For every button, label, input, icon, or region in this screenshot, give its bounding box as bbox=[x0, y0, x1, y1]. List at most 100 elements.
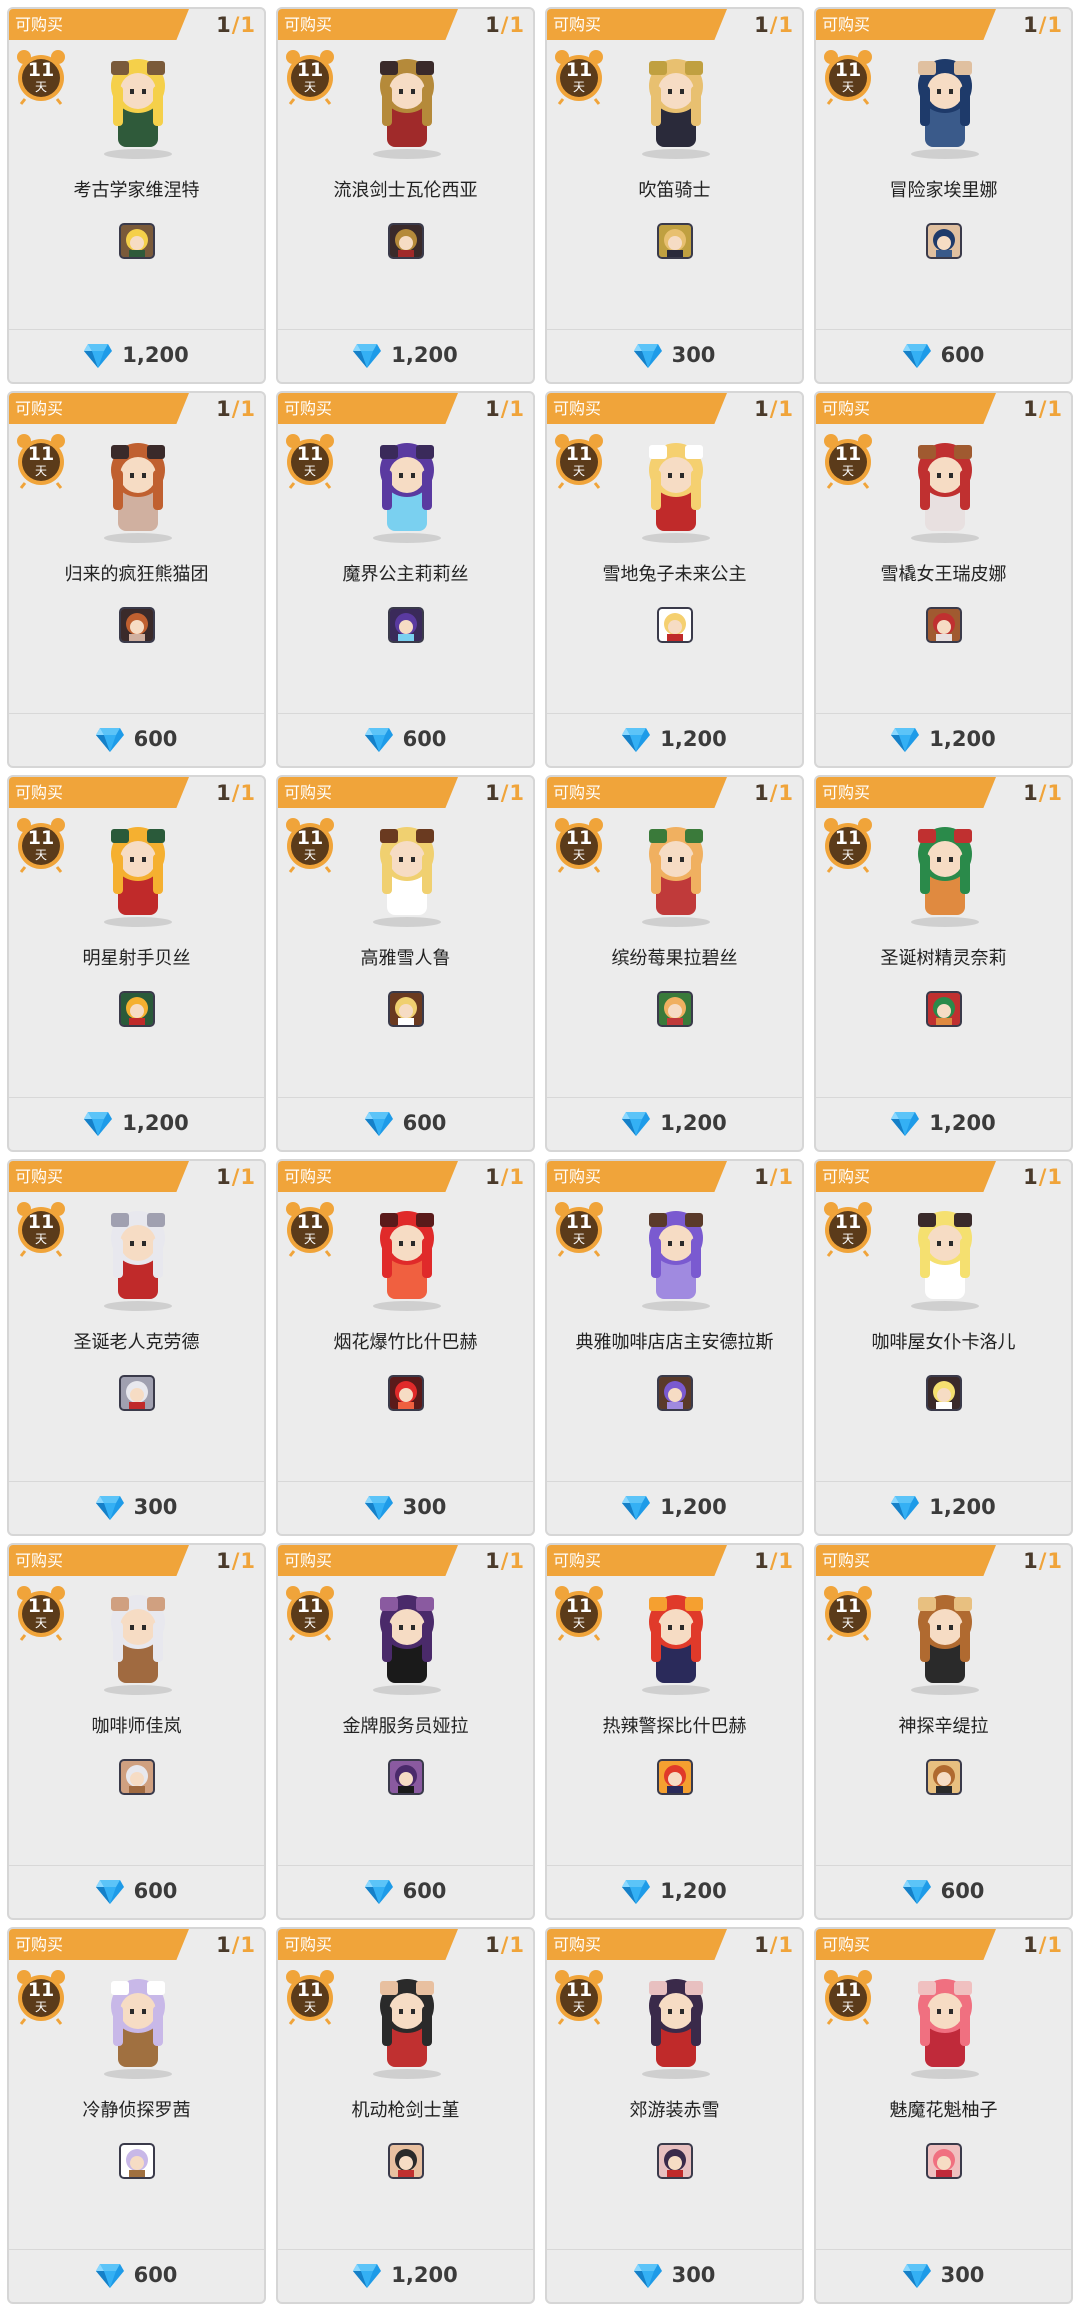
purchase-count-max: 1 bbox=[1047, 781, 1063, 805]
price-button[interactable]: 1,200 bbox=[9, 335, 264, 375]
price-button[interactable]: 600 bbox=[9, 1871, 264, 1911]
price-value: 1,200 bbox=[660, 1111, 727, 1135]
price-button[interactable]: 600 bbox=[278, 1871, 533, 1911]
character-portrait bbox=[870, 425, 1020, 545]
price-button[interactable]: 600 bbox=[816, 1871, 1071, 1911]
days-unit: 天 bbox=[34, 80, 47, 94]
price-button[interactable]: 1,200 bbox=[547, 1871, 802, 1911]
price-button[interactable]: 600 bbox=[278, 719, 533, 759]
shop-item-card[interactable]: 可购买 1/1 11 天 bbox=[814, 391, 1073, 768]
shop-item-card[interactable]: 可购买 1/1 11 天 bbox=[276, 1543, 535, 1920]
shop-item-card[interactable]: 可购买 1/1 11 天 bbox=[7, 775, 266, 1152]
price-value: 1,200 bbox=[660, 1879, 727, 1903]
price-button[interactable]: 600 bbox=[9, 719, 264, 759]
price-divider bbox=[278, 329, 533, 330]
available-ribbon: 可购买 bbox=[278, 393, 458, 424]
diamond-gem-icon bbox=[622, 728, 651, 752]
alarm-clock-icon: 11 天 bbox=[553, 1201, 605, 1257]
shop-item-card[interactable]: 可购买 1/1 11 天 bbox=[814, 7, 1073, 384]
price-divider bbox=[816, 329, 1071, 330]
price-button[interactable]: 600 bbox=[9, 2255, 264, 2295]
character-avatar-thumbnail bbox=[119, 2143, 155, 2179]
price-button[interactable]: 1,200 bbox=[547, 719, 802, 759]
days-remaining: 11 bbox=[565, 443, 593, 465]
character-portrait bbox=[63, 1577, 213, 1697]
diamond-gem-icon bbox=[95, 728, 124, 752]
shop-item-card[interactable]: 可购买 1/1 11 天 bbox=[545, 1927, 804, 2304]
shop-item-card[interactable]: 可购买 1/1 11 天 bbox=[276, 391, 535, 768]
shop-item-card[interactable]: 可购买 1/1 11 天 bbox=[545, 7, 804, 384]
purchase-count-max: 1 bbox=[778, 1549, 794, 1573]
price-button[interactable]: 1,200 bbox=[9, 1103, 264, 1143]
price-button[interactable]: 1,200 bbox=[547, 1487, 802, 1527]
purchase-count: 1/1 bbox=[1023, 397, 1063, 421]
alarm-clock-icon: 11 天 bbox=[15, 49, 67, 105]
shop-item-card[interactable]: 可购买 1/1 11 天 bbox=[7, 391, 266, 768]
shop-item-card[interactable]: 可购买 1/1 11 天 bbox=[814, 1159, 1073, 1536]
price-button[interactable]: 1,200 bbox=[816, 1103, 1071, 1143]
character-name: 金牌服务员娅拉 bbox=[342, 1716, 469, 1737]
shop-item-card[interactable]: 可购买 1/1 11 天 bbox=[545, 775, 804, 1152]
shop-item-card[interactable]: 可购买 1/1 11 天 bbox=[545, 1543, 804, 1920]
days-unit: 天 bbox=[841, 464, 854, 478]
price-divider bbox=[278, 2249, 533, 2250]
shop-item-card[interactable]: 可购买 1/1 11 天 bbox=[7, 1927, 266, 2304]
purchase-count-current: 1 bbox=[1023, 1165, 1039, 1189]
shop-item-card[interactable]: 可购买 1/1 11 天 bbox=[276, 7, 535, 384]
purchase-count: 1/1 bbox=[485, 1933, 525, 1957]
character-avatar-thumbnail bbox=[657, 1375, 693, 1411]
purchase-count: 1/1 bbox=[754, 1549, 794, 1573]
diamond-gem-icon bbox=[364, 1496, 393, 1520]
days-remaining: 11 bbox=[834, 1595, 862, 1617]
shop-item-card[interactable]: 可购买 1/1 11 天 bbox=[814, 1543, 1073, 1920]
purchase-count-max: 1 bbox=[778, 1165, 794, 1189]
price-button[interactable]: 1,200 bbox=[816, 719, 1071, 759]
price-button[interactable]: 600 bbox=[816, 335, 1071, 375]
days-remaining: 11 bbox=[565, 1595, 593, 1617]
character-avatar-thumbnail bbox=[119, 1375, 155, 1411]
character-name: 雪地兔子未来公主 bbox=[602, 564, 747, 585]
shop-item-card[interactable]: 可购买 1/1 11 天 bbox=[7, 7, 266, 384]
price-button[interactable]: 1,200 bbox=[816, 1487, 1071, 1527]
available-ribbon: 可购买 bbox=[547, 393, 727, 424]
price-button[interactable]: 600 bbox=[278, 1103, 533, 1143]
purchase-count: 1/1 bbox=[1023, 13, 1063, 37]
price-button[interactable]: 1,200 bbox=[278, 2255, 533, 2295]
character-avatar-thumbnail bbox=[388, 223, 424, 259]
shop-item-card[interactable]: 可购买 1/1 11 天 bbox=[276, 1927, 535, 2304]
shop-item-card[interactable]: 可购买 1/1 11 天 bbox=[545, 391, 804, 768]
price-button[interactable]: 1,200 bbox=[278, 335, 533, 375]
days-remaining: 11 bbox=[565, 59, 593, 81]
price-button[interactable]: 300 bbox=[9, 1487, 264, 1527]
shop-item-card[interactable]: 可购买 1/1 11 天 bbox=[814, 775, 1073, 1152]
days-remaining: 11 bbox=[834, 827, 862, 849]
available-ribbon: 可购买 bbox=[547, 9, 727, 40]
alarm-clock-icon: 11 天 bbox=[15, 433, 67, 489]
purchase-count-max: 1 bbox=[240, 1165, 256, 1189]
price-button[interactable]: 300 bbox=[278, 1487, 533, 1527]
purchase-count-max: 1 bbox=[509, 1549, 525, 1573]
available-ribbon: 可购买 bbox=[9, 777, 189, 808]
purchase-count-current: 1 bbox=[754, 13, 770, 37]
character-avatar-thumbnail bbox=[388, 2143, 424, 2179]
available-ribbon: 可购买 bbox=[9, 1161, 189, 1192]
purchase-count-current: 1 bbox=[754, 1933, 770, 1957]
character-portrait bbox=[870, 41, 1020, 161]
available-ribbon: 可购买 bbox=[278, 9, 458, 40]
character-portrait bbox=[63, 1961, 213, 2081]
shop-item-card[interactable]: 可购买 1/1 11 天 bbox=[7, 1159, 266, 1536]
shop-item-card[interactable]: 可购买 1/1 11 天 bbox=[814, 1927, 1073, 2304]
shop-item-card[interactable]: 可购买 1/1 11 天 bbox=[7, 1543, 266, 1920]
price-button[interactable]: 300 bbox=[547, 2255, 802, 2295]
shop-item-card[interactable]: 可购买 1/1 11 天 bbox=[545, 1159, 804, 1536]
price-button[interactable]: 300 bbox=[547, 335, 802, 375]
shop-item-card[interactable]: 可购买 1/1 11 天 bbox=[276, 775, 535, 1152]
price-button[interactable]: 1,200 bbox=[547, 1103, 802, 1143]
price-button[interactable]: 300 bbox=[816, 2255, 1071, 2295]
price-value: 600 bbox=[133, 1879, 178, 1903]
available-ribbon: 可购买 bbox=[547, 1161, 727, 1192]
character-avatar-thumbnail bbox=[657, 991, 693, 1027]
shop-item-card[interactable]: 可购买 1/1 11 天 bbox=[276, 1159, 535, 1536]
purchase-count-current: 1 bbox=[485, 1165, 501, 1189]
character-name: 考古学家维涅特 bbox=[73, 180, 200, 201]
